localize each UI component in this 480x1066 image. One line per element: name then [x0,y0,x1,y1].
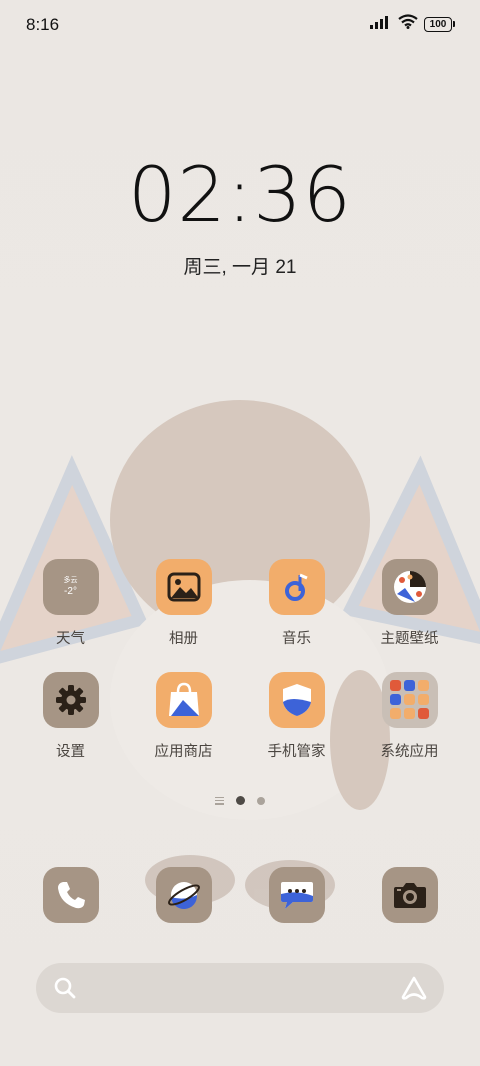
page-dot-active [236,796,245,805]
app-music[interactable]: 音乐 [240,559,353,648]
gallery-icon [155,559,212,615]
browser-icon [155,867,212,923]
app-weather[interactable]: 多云 -2° 天气 [14,559,127,648]
assistant-icon[interactable] [400,975,428,1006]
app-theme[interactable]: 主题壁纸 [353,559,466,648]
status-bar: 8:16 100 [0,0,480,50]
dock-phone[interactable] [14,867,127,923]
lock-date: 周三, 一月 21 [183,257,297,278]
dock-messages[interactable] [240,867,353,923]
app-phone-manager[interactable]: 手机管家 [240,672,353,761]
status-time: 8:16 [26,15,60,34]
folder-icon [381,672,438,728]
camera-icon [381,867,438,923]
phone-icon [42,867,99,923]
app-folder-system[interactable]: 系统应用 [353,672,466,761]
search-icon [53,976,77,1005]
search-bar[interactable] [36,963,444,1013]
weather-temperature: -2° [64,586,77,597]
messages-icon [268,867,325,923]
app-label: 设置 [56,744,85,760]
page-indicator[interactable] [0,796,480,805]
dock-camera[interactable] [353,867,466,923]
phone-manager-shield-icon [268,672,325,728]
app-label: 应用商店 [154,744,213,760]
app-label: 相册 [169,631,198,647]
app-store[interactable]: 应用商店 [127,672,240,761]
app-label: 手机管家 [267,744,326,760]
app-label: 系统应用 [380,744,439,760]
weather-condition: 多云 [63,577,78,584]
battery-icon: 100 [424,16,455,32]
status-icons: 100 [370,14,455,34]
app-label: 天气 [56,631,85,647]
lock-clock: 02:36 [127,150,353,239]
app-store-bag-icon [155,672,212,728]
signal-icon [370,15,392,34]
weather-icon: 多云 -2° [42,559,99,615]
page-list-icon [215,796,224,805]
dock-browser[interactable] [127,867,240,923]
app-settings[interactable]: 设置 [14,672,127,761]
app-gallery[interactable]: 相册 [127,559,240,648]
wifi-icon [398,14,418,34]
app-label: 主题壁纸 [380,631,439,647]
theme-palette-icon [381,559,438,615]
page-dot [257,796,265,805]
music-icon [268,559,325,615]
settings-gear-icon [42,672,99,728]
app-label: 音乐 [282,631,311,647]
